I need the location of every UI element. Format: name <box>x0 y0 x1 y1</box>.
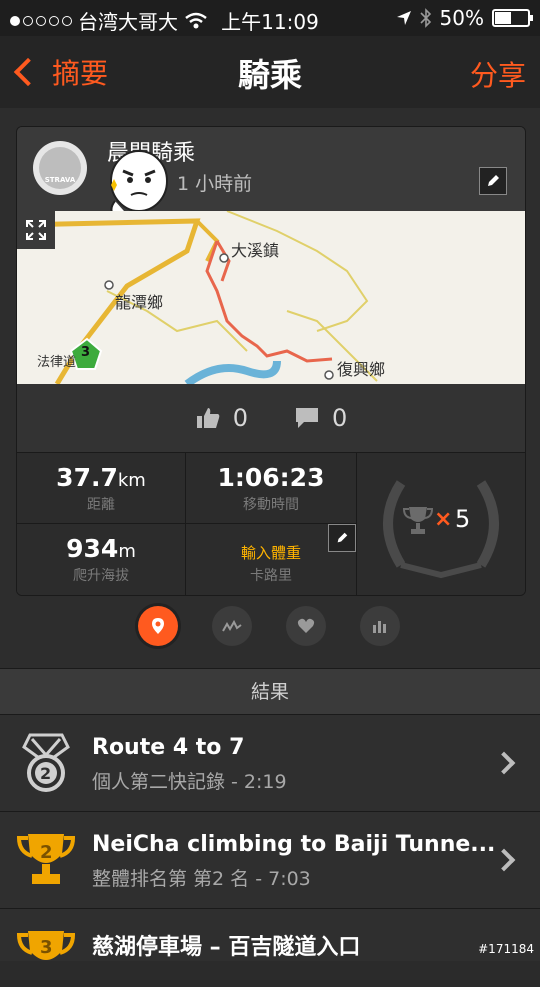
social-bar: 0 0 <box>17 384 525 452</box>
chevron-right-icon <box>492 751 516 775</box>
nav-bar: 摘要 騎乘 分享 <box>0 36 540 109</box>
elevation-label: 爬升海拔 <box>73 568 129 584</box>
stat-distance: 37.7km 距離 <box>17 452 186 523</box>
battery-percent: 50% <box>439 6 484 30</box>
status-right: 50% <box>396 6 533 30</box>
result-row[interactable]: 3 慈湖停車場 – 百吉隧道入口 <box>0 908 540 961</box>
silver-medal-icon <box>22 733 70 792</box>
distance-unit: km <box>117 470 146 491</box>
stat-calories[interactable]: 輸入體重 卡路里 <box>186 523 357 595</box>
avatar[interactable]: STRAVA <box>33 141 87 195</box>
activity-time-ago: 1 小時前 <box>177 173 253 195</box>
map-label-fuxing: 復興鄉 <box>337 360 386 379</box>
achievements-badge[interactable]: × 5 <box>357 452 525 595</box>
pencil-icon <box>337 532 348 543</box>
expand-icon <box>26 220 46 240</box>
share-button[interactable]: 分享 <box>470 54 526 94</box>
result-row[interactable]: 2 Route 4 to 7 個人第二快記錄 - 2:19 <box>0 714 540 812</box>
comments-button[interactable]: 0 <box>294 404 347 432</box>
tab-heart-rate[interactable] <box>286 606 326 646</box>
result-subtitle: 個人第二快記錄 - 2:19 <box>92 771 287 793</box>
map-pin-icon <box>152 618 164 634</box>
detail-tabs <box>0 606 540 650</box>
trophy-rank: 2 <box>40 842 53 863</box>
trophy-icon <box>403 507 433 534</box>
bar-chart-icon <box>373 621 386 633</box>
stats-grid: 37.7km 距離 1:06:23 移動時間 934m 爬升海拔 輸入體重 卡路… <box>17 452 525 595</box>
pencil-icon <box>488 175 499 186</box>
tab-analysis[interactable] <box>212 606 252 646</box>
trophy-rank: 3 <box>40 937 53 958</box>
edit-activity-button[interactable] <box>479 167 507 195</box>
activity-card: STRAVA 晨間騎乘 1 小時前 <box>16 126 526 596</box>
status-bar: 台湾大哥大 上午11:09 50% <box>0 0 540 36</box>
stat-moving-time: 1:06:23 移動時間 <box>186 452 357 523</box>
calories-label: 卡路里 <box>250 568 292 584</box>
distance-value: 37.7 <box>56 463 118 492</box>
result-row[interactable]: 2 NeiCha climbing to Baiji Tunne... 整體排名… <box>0 811 540 909</box>
chevron-right-icon <box>492 848 516 872</box>
map-label-daxi: 大溪鎮 <box>231 241 280 260</box>
route-map[interactable]: 大溪鎮 龍潭鄉 復興鄉 法律道 3 <box>17 211 525 384</box>
result-title: Route 4 to 7 <box>92 735 245 760</box>
medal-rank: 2 <box>40 764 52 783</box>
page-title: 騎乘 <box>237 56 302 94</box>
comment-icon <box>296 408 318 428</box>
avatar-logo-text: STRAVA <box>44 176 76 184</box>
elevation-unit: m <box>118 541 136 562</box>
map-label-longtan: 龍潭鄉 <box>115 293 164 312</box>
results-header: 結果 <box>0 668 540 715</box>
map-label-road: 法律道 <box>37 355 77 370</box>
elevation-value: 934 <box>66 534 119 563</box>
comment-count: 0 <box>332 404 348 432</box>
result-subtitle: 整體排名第 第2 名 - 7:03 <box>92 868 311 890</box>
activity-header: STRAVA 晨間騎乘 1 小時前 <box>17 127 525 222</box>
route-badge: 3 <box>81 345 91 360</box>
moving-time-value: 1:06:23 <box>217 463 325 492</box>
result-title: 慈湖停車場 – 百吉隧道入口 <box>92 935 361 960</box>
battery-icon <box>492 9 533 27</box>
multiplier-sign: × <box>434 507 453 532</box>
edit-weight-button[interactable] <box>328 524 356 552</box>
stat-elevation: 934m 爬升海拔 <box>17 523 186 595</box>
bluetooth-icon <box>419 8 431 28</box>
watermark: #171184 <box>478 942 534 956</box>
achievement-count: 5 <box>455 505 471 533</box>
activity-overview: STRAVA 晨間騎乘 1 小時前 <box>0 108 540 668</box>
results-list: 2 Route 4 to 7 個人第二快記錄 - 2:19 2 NeiCha c… <box>0 714 540 961</box>
moving-time-label: 移動時間 <box>243 497 299 513</box>
activity-graph-icon <box>222 619 242 632</box>
location-arrow-icon <box>396 11 411 25</box>
kudos-count: 0 <box>232 404 248 432</box>
expand-map-button[interactable] <box>17 211 55 249</box>
result-title: NeiCha climbing to Baiji Tunne... <box>92 832 496 857</box>
kudos-button[interactable]: 0 <box>195 404 248 432</box>
thumbs-up-icon <box>196 408 220 428</box>
tab-map[interactable] <box>138 606 178 646</box>
heart-icon <box>297 618 315 633</box>
distance-label: 距離 <box>87 497 115 513</box>
tab-segments[interactable] <box>360 606 400 646</box>
